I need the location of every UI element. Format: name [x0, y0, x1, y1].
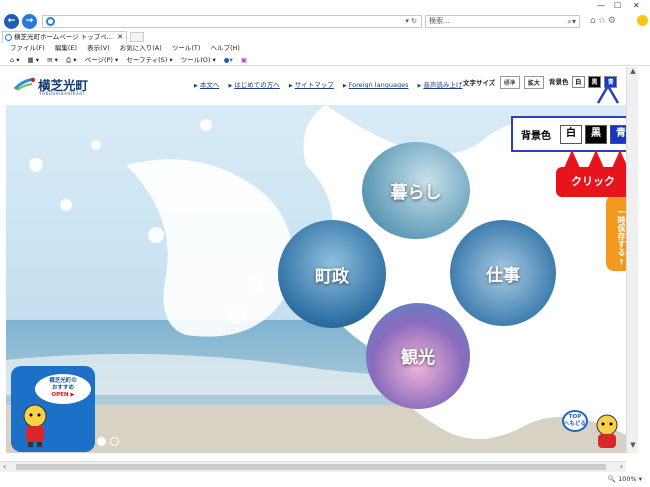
scroll-up-icon[interactable]: ▲: [627, 67, 639, 79]
global-nav: 本文へ はじめての方へ サイトマップ Foreign languages 音声読…: [194, 79, 469, 89]
text-size-standard-button[interactable]: 標準: [499, 76, 520, 89]
cmd-tools[interactable]: ツール(O) ▾: [181, 56, 216, 64]
nav-read-aloud[interactable]: 音声読み上げ: [418, 81, 462, 89]
minimize-icon[interactable]: —: [597, 1, 605, 10]
horizontal-scrollbar[interactable]: ‹ ›: [0, 461, 626, 472]
bg-color-callout: 背景色 白 黒 青: [511, 116, 633, 152]
zoom-control[interactable]: 🔍 100% ▾: [608, 475, 642, 483]
recommend-panel[interactable]: 横芝光町の おすすめ OPEN ▶: [11, 366, 95, 452]
bg-color-label: 背景色: [549, 78, 569, 86]
refresh-icon[interactable]: ▾ ↻: [405, 17, 417, 25]
ie-icon: [46, 17, 55, 26]
recommend-line1: 横芝光町の: [49, 378, 77, 384]
callout-label: 背景色: [521, 131, 551, 142]
command-bar: ⌂ ▾ ▦ ▾ ✉ ▾ ⎙ ▾ ページ(P) ▾ セーフティ(S) ▾ ツール(…: [0, 54, 650, 66]
browser-tool-icons[interactable]: ⌂☆⚙: [590, 16, 618, 26]
scrollbar-thumb[interactable]: [16, 464, 606, 470]
category-tourism-label: 観光: [401, 348, 435, 368]
scroll-down-icon[interactable]: ▼: [627, 441, 639, 453]
bg-white-button[interactable]: 白: [571, 76, 585, 88]
tab-current[interactable]: 横芝光町ホームページ トップペ... ✕: [2, 31, 127, 43]
category-government-circle[interactable]: 町政: [278, 220, 386, 328]
scroll-right-icon[interactable]: ›: [620, 462, 623, 471]
tab-close-icon[interactable]: ✕: [117, 32, 123, 43]
category-living-circle[interactable]: 暮らし: [362, 142, 470, 239]
menu-view[interactable]: 表示(V): [87, 44, 110, 52]
print-icon[interactable]: ⎙ ▾: [66, 56, 77, 64]
category-work-circle[interactable]: 仕事: [450, 220, 556, 326]
menu-tools[interactable]: ツール(T): [172, 44, 201, 52]
menu-file[interactable]: ファイル(F): [10, 44, 45, 52]
scroll-left-icon[interactable]: ‹: [3, 462, 6, 471]
site-header: 横芝光町 YOKOSHIBAHIKARI 本文へ はじめての方へ サイトマップ …: [0, 67, 626, 105]
nav-foreign-languages[interactable]: Foreign languages: [343, 81, 409, 89]
ie-icon: [5, 34, 12, 41]
slide-dots: [97, 437, 121, 448]
research-icon[interactable]: ▣: [241, 56, 247, 64]
maximize-icon[interactable]: ☐: [614, 1, 621, 10]
recommend-line2: おすすめ: [51, 385, 74, 391]
feeds-icon[interactable]: ▦ ▾: [28, 56, 39, 64]
menu-favorites[interactable]: お気に入り(A): [120, 44, 162, 52]
category-work-label: 仕事: [486, 266, 520, 286]
cmd-safety[interactable]: セーフティ(S) ▾: [126, 56, 172, 64]
menu-edit[interactable]: 編集(E): [55, 44, 77, 52]
close-icon[interactable]: ✕: [633, 1, 640, 10]
mascot-icon: [23, 404, 47, 447]
text-size-large-button[interactable]: 拡大: [523, 76, 544, 89]
text-size-control: 文字サイズ 標準 拡大: [463, 76, 544, 89]
nav-skip-to-content[interactable]: 本文へ: [194, 81, 220, 89]
nav-sitemap[interactable]: サイトマップ: [289, 81, 334, 89]
category-tourism-circle[interactable]: 観光: [366, 303, 470, 409]
callout-connector: [596, 84, 620, 104]
recommend-bubble: 横芝光町の おすすめ OPEN ▶: [35, 374, 91, 404]
search-icon[interactable]: ⌕▾: [568, 16, 577, 27]
click-badge: クリック: [556, 167, 630, 197]
menu-bar: ファイル(F) 編集(E) 表示(V) お気に入り(A) ツール(T) ヘルプ(…: [0, 43, 650, 54]
slide-dot-1[interactable]: [97, 437, 106, 446]
back-icon[interactable]: ←: [4, 14, 19, 29]
side-bookmark-tab[interactable]: 一時保存する ←: [606, 195, 627, 271]
status-bar: 🔍 100% ▾: [0, 473, 650, 487]
address-bar: ← → ▾ ↻ 検索... ⌕▾ ⌂☆⚙: [0, 13, 650, 31]
tab-title: 横芝光町ホームページ トップペ...: [14, 33, 113, 41]
category-government-label: 町政: [315, 267, 349, 287]
callout-black-button[interactable]: 黒: [585, 125, 607, 144]
url-input[interactable]: ▾ ↻: [42, 15, 422, 28]
text-size-label: 文字サイズ: [463, 79, 496, 87]
cmd-page[interactable]: ページ(P) ▾: [85, 56, 119, 64]
menu-help[interactable]: ヘルプ(H): [211, 44, 240, 52]
home-icon[interactable]: ⌂ ▾: [10, 56, 19, 64]
search-input[interactable]: 検索... ⌕▾: [425, 15, 580, 28]
hero-slideshow: 暮らし 町政 仕事 観光: [6, 105, 626, 453]
mail-icon[interactable]: ✉ ▾: [47, 56, 58, 64]
window-titlebar: — ☐ ✕: [0, 0, 650, 13]
nav-first-time[interactable]: はじめての方へ: [228, 81, 280, 89]
town-logo-icon: [14, 77, 35, 91]
new-tab-button[interactable]: [130, 32, 144, 42]
callout-white-button[interactable]: 白: [560, 125, 582, 144]
logo-subtitle: YOKOSHIBAHIKARI: [39, 91, 85, 96]
feedback-smiley-icon[interactable]: [637, 15, 648, 26]
category-living-label: 暮らし: [390, 183, 442, 203]
back-to-top-button[interactable]: TOP へもどる: [562, 410, 588, 432]
search-placeholder: 検索...: [429, 17, 450, 25]
tab-bar: 横芝光町ホームページ トップペ... ✕: [0, 31, 650, 43]
recommend-open: OPEN ▶: [51, 392, 75, 398]
slide-dot-2[interactable]: [110, 437, 120, 446]
mascot-icon: [596, 414, 618, 448]
help-icon[interactable]: ●▾: [224, 56, 233, 64]
vertical-scrollbar[interactable]: ▲ ▼: [626, 67, 638, 453]
forward-icon[interactable]: →: [22, 14, 37, 29]
